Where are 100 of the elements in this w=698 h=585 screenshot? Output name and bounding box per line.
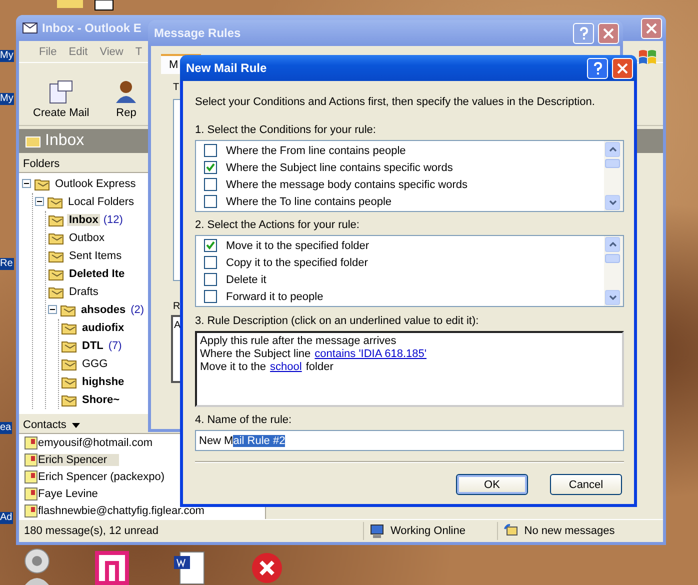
folder-item[interactable]: audiofix <box>80 322 126 334</box>
close-button[interactable] <box>612 58 633 78</box>
label-text: T <box>173 82 180 93</box>
actions-list[interactable]: Move it to the specified folder Copy it to the specified folder Delete it Forward it to people <box>195 235 624 307</box>
folder-item[interactable]: Drafts <box>67 286 100 298</box>
list-item[interactable]: Where the From line contains people <box>226 144 406 156</box>
status-text: 180 message(s), 12 unread <box>24 525 159 537</box>
description-text: Move it to the <box>200 360 266 372</box>
contact-card-icon <box>24 470 38 484</box>
menu-item[interactable]: File <box>33 46 63 58</box>
checkbox[interactable] <box>204 239 217 252</box>
folder-item[interactable]: Deleted Ite <box>67 268 127 280</box>
rule-name-field[interactable]: New Mail Rule #2 <box>195 430 624 451</box>
close-button[interactable] <box>598 22 619 44</box>
desktop-icon-label[interactable]: Re <box>0 258 14 270</box>
description-text: A <box>174 319 181 332</box>
section-label: 1. Select the Conditions for your rule: <box>195 123 376 137</box>
menu-item[interactable]: View <box>94 46 130 58</box>
label-text: R <box>173 301 180 312</box>
ok-button[interactable]: OK <box>456 474 528 495</box>
contact-item[interactable]: emyousif@hotmail.com <box>38 436 152 448</box>
pane-title[interactable]: Contacts <box>23 419 66 431</box>
document-icon[interactable] <box>172 550 206 585</box>
list-item[interactable]: Delete it <box>226 274 266 286</box>
window-title: Message Rules <box>154 26 241 40</box>
menu-item[interactable]: T <box>129 46 148 58</box>
contact-card-icon <box>24 436 38 450</box>
close-button[interactable] <box>641 18 662 38</box>
checkbox[interactable] <box>204 161 217 174</box>
caret-icon[interactable] <box>72 422 80 428</box>
folder-item[interactable]: DTL <box>80 340 106 352</box>
folder-item[interactable]: Local Folders <box>66 196 136 208</box>
folder-icon <box>61 356 77 371</box>
contact-item[interactable]: Faye Levine <box>38 488 98 500</box>
scrollbar-thumb[interactable] <box>605 159 620 168</box>
folder-icon <box>48 248 64 263</box>
collapse-icon[interactable] <box>35 197 44 206</box>
collapse-icon[interactable] <box>48 305 57 314</box>
folder-icon <box>48 266 64 281</box>
list-item[interactable]: Forward it to people <box>226 290 324 302</box>
unread-count: (12) <box>103 214 123 226</box>
toolbar-button[interactable]: Create Mail <box>33 80 90 119</box>
folder-item[interactable]: Outbox <box>67 232 106 244</box>
checkbox[interactable] <box>204 144 217 157</box>
list-item[interactable]: Where the To line contains people <box>226 196 392 208</box>
scrollbar[interactable] <box>604 141 623 211</box>
check-icon <box>206 163 215 172</box>
list-item[interactable]: Where the message body contains specific words <box>226 178 468 190</box>
list-item[interactable]: Where the Subject line contains specific words <box>226 162 453 174</box>
description-text: Where the Subject line <box>200 348 311 360</box>
dialog-title: New Mail Rule <box>186 61 267 75</box>
collapse-icon[interactable] <box>22 179 31 188</box>
section-label: 4. Name of the rule: <box>195 413 292 427</box>
folder-icon <box>61 320 77 335</box>
desktop-icon-label[interactable]: My <box>0 50 14 62</box>
pane-title: Folders <box>23 158 60 170</box>
menu-item[interactable]: Edit <box>62 46 94 58</box>
conditions-list[interactable]: Where the From line contains people Where the Subject line contains specific words Where the message body contains specific words Where the To line contains people <box>195 140 624 212</box>
folder-item[interactable]: Sent Items <box>67 250 124 262</box>
desktop-icon-label[interactable]: My <box>0 93 14 105</box>
help-button[interactable] <box>587 58 608 78</box>
value-link[interactable]: school <box>270 360 302 372</box>
shortcut-icon[interactable] <box>250 551 284 585</box>
folder-icon <box>34 176 50 191</box>
desktop-icon-label[interactable]: ea <box>0 422 12 434</box>
scrollbar[interactable] <box>604 236 623 306</box>
window-title: Inbox - Outlook E <box>42 21 142 35</box>
unread-count: (2) <box>130 304 144 316</box>
rules-list[interactable] <box>173 99 180 281</box>
contact-card-icon <box>24 504 38 518</box>
help-icon <box>592 62 602 74</box>
desktop-icon-label[interactable]: Ad <box>0 512 14 524</box>
cancel-button[interactable]: Cancel <box>550 474 622 495</box>
folder-item[interactable]: Shore~ <box>80 394 122 406</box>
checkbox[interactable] <box>204 273 217 286</box>
instruction-text: Select your Conditions and Actions first, then specify the values in the Description. <box>195 95 595 109</box>
toolbar-button[interactable]: Rep <box>115 80 138 119</box>
folder-item[interactable]: ahsodes <box>79 304 128 316</box>
contact-item[interactable]: flashnewbie@chattyfig.figlear.com <box>38 504 204 516</box>
close-icon <box>646 22 657 34</box>
folder-item[interactable]: highshe <box>80 376 126 388</box>
value-link[interactable]: contains 'IDIA 618.185' <box>314 348 427 360</box>
checkbox[interactable] <box>204 256 217 269</box>
status-text: No new messages <box>524 525 615 537</box>
contact-item[interactable]: Erich Spencer (packexpo) <box>38 470 165 482</box>
folder-item[interactable]: Outlook Express <box>53 178 138 190</box>
checkbox[interactable] <box>204 178 217 191</box>
folder-item[interactable]: GGG <box>80 358 110 370</box>
checkbox[interactable] <box>204 290 217 303</box>
scrollbar-thumb[interactable] <box>605 254 620 263</box>
help-icon <box>578 26 588 40</box>
section-label: 3. Rule Description (click on an underlined value to edit it): <box>195 314 479 328</box>
contact-item[interactable]: Erich Spencer <box>38 454 120 466</box>
section-label: 2. Select the Actions for your rule: <box>195 218 360 232</box>
list-item[interactable]: Copy it to the specified folder <box>226 256 368 268</box>
checkbox[interactable] <box>204 195 217 208</box>
inbox-icon <box>25 134 41 148</box>
application-icon[interactable] <box>95 551 129 585</box>
folder-item[interactable]: Inbox <box>67 214 100 226</box>
list-item[interactable]: Move it to the specified folder <box>226 240 370 252</box>
